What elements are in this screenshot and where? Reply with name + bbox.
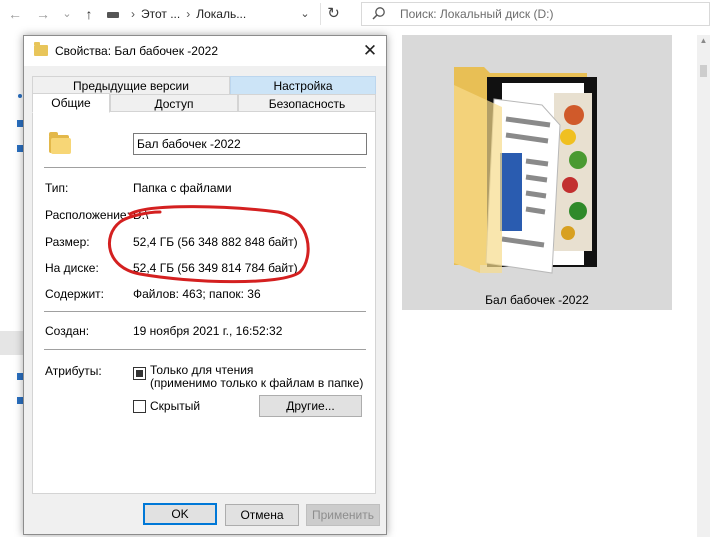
- chevron-down-icon: ⌄: [300, 8, 310, 20]
- advanced-attributes-button[interactable]: Другие...: [259, 395, 362, 417]
- readonly-checkbox-note: (применимо только к файлам в папке): [150, 376, 364, 390]
- divider: [44, 167, 366, 168]
- address-dropdown-button[interactable]: ⌄: [296, 4, 314, 24]
- close-icon: ✕: [362, 41, 378, 60]
- size-on-disk-label: На диске:: [45, 261, 99, 275]
- breadcrumb-separator: ›: [186, 7, 191, 21]
- search-box[interactable]: Поиск: Локальный диск (D:): [361, 2, 710, 26]
- cancel-button[interactable]: Отмена: [225, 504, 299, 526]
- folder-icon: [49, 132, 71, 154]
- divider: [44, 349, 366, 350]
- close-button[interactable]: ✕: [354, 36, 386, 66]
- properties-dialog: Свойства: Бал бабочек -2022 ✕ Предыдущие…: [23, 35, 387, 535]
- contains-value: Файлов: 463; папок: 36: [133, 287, 261, 301]
- nav-pane-selected-item[interactable]: [0, 331, 24, 355]
- up-button[interactable]: ↑: [80, 4, 98, 24]
- size-value: 52,4 ГБ (56 348 882 848 байт): [133, 235, 298, 249]
- folder-preview-icon: [454, 67, 597, 274]
- breadcrumb-this-pc[interactable]: Этот ...: [141, 7, 180, 21]
- created-label: Создан:: [45, 324, 90, 338]
- location-label: Расположение:: [45, 208, 130, 222]
- refresh-button[interactable]: ↻: [320, 3, 346, 25]
- search-icon: [372, 6, 388, 22]
- scroll-up-icon[interactable]: ▲: [697, 35, 710, 47]
- explorer-toolbar: ← → ⌄ ↑ › Этот ... › Локаль... ⌄ ↻ Поиск: Л…: [0, 0, 710, 28]
- search-placeholder: Поиск: Локальный диск (D:): [400, 7, 554, 21]
- tab-general[interactable]: Общие: [32, 93, 110, 113]
- contains-label: Содержит:: [45, 287, 104, 301]
- location-value: D:\: [133, 208, 149, 222]
- breadcrumb-local-disk[interactable]: Локаль...: [196, 7, 246, 21]
- preview-folder-label: Бал бабочек -2022: [485, 293, 589, 307]
- breadcrumb-separator: ›: [131, 7, 135, 21]
- general-tab-panel: Бал бабочек -2022 Тип: Папка с файлами Р…: [32, 111, 376, 494]
- size-label: Размер:: [45, 235, 90, 249]
- dialog-title: Свойства: Бал бабочек -2022: [55, 44, 219, 58]
- drive-icon: [107, 11, 119, 18]
- refresh-icon: ↻: [327, 5, 340, 22]
- hidden-checkbox[interactable]: [133, 400, 146, 413]
- chevron-down-icon: ⌄: [62, 8, 72, 20]
- type-value: Папка с файлами: [133, 181, 232, 195]
- vertical-scrollbar[interactable]: ▲: [697, 35, 710, 537]
- recent-locations-button[interactable]: ⌄: [60, 4, 74, 24]
- attributes-label: Атрибуты:: [45, 364, 102, 378]
- folder-icon: [34, 42, 48, 56]
- type-label: Тип:: [45, 181, 69, 195]
- created-value: 19 ноября 2021 г., 16:52:32: [133, 324, 283, 338]
- forward-arrow-icon: →: [36, 6, 50, 22]
- tab-customize[interactable]: Настройка: [230, 76, 376, 95]
- up-arrow-icon: ↑: [85, 6, 93, 22]
- forward-button[interactable]: →: [34, 4, 52, 24]
- nav-pane-icon: [18, 94, 22, 98]
- hidden-checkbox-label[interactable]: Скрытый: [150, 400, 200, 413]
- divider: [44, 311, 366, 312]
- back-arrow-icon: ←: [8, 6, 22, 22]
- preview-pane: Бал бабочек -2022: [402, 35, 672, 310]
- folder-name-input[interactable]: Бал бабочек -2022: [133, 133, 367, 155]
- dialog-titlebar[interactable]: Свойства: Бал бабочек -2022 ✕: [24, 36, 386, 66]
- readonly-checkbox[interactable]: [133, 367, 146, 380]
- back-button[interactable]: ←: [6, 4, 24, 24]
- ok-button[interactable]: OK: [143, 503, 217, 525]
- apply-button[interactable]: Применить: [306, 504, 380, 526]
- size-on-disk-value: 52,4 ГБ (56 349 814 784 байт): [133, 261, 298, 275]
- scrollbar-thumb[interactable]: [700, 65, 707, 77]
